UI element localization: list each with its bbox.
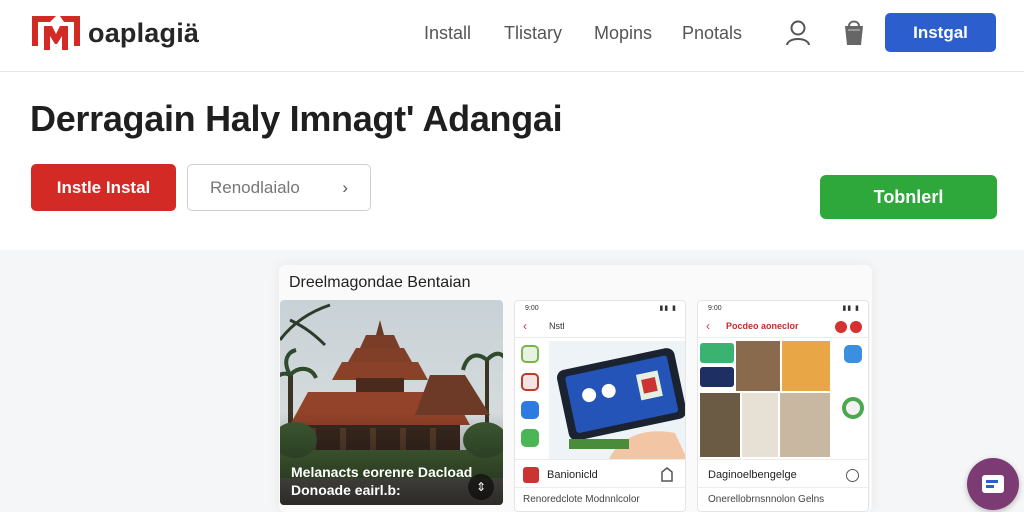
status-time: 9:00 — [525, 305, 539, 312]
app-icon-blue[interactable] — [844, 345, 862, 363]
divider — [515, 487, 685, 488]
app-icon-red[interactable] — [521, 373, 539, 391]
secondary-button-label: Renodlaialo — [210, 178, 300, 197]
app-title: Nstl — [549, 321, 565, 331]
phone-card-2[interactable]: 9:00 ▮▮ ▮ ‹ Pocdeo aoneclor Daginoelbeng… — [697, 300, 869, 512]
photo-tile-2[interactable] — [782, 341, 830, 391]
back-arrow-icon[interactable]: ‹ — [523, 319, 527, 333]
status-time: 9:00 — [708, 305, 722, 312]
back-arrow-icon[interactable]: ‹ — [706, 319, 710, 333]
chat-icon — [982, 475, 1004, 493]
status-icons: ▮▮ ▮ — [659, 305, 677, 312]
close-icon[interactable] — [850, 321, 862, 333]
photo-tile-5[interactable] — [780, 393, 830, 457]
photo-tile-4[interactable] — [742, 393, 778, 457]
logo-icon[interactable] — [30, 12, 82, 52]
phone-card-1[interactable]: 9:00 ▮▮ ▮ ‹ Nstl Banionicld Renoredclote… — [514, 300, 686, 512]
app-icon-phone[interactable] — [521, 429, 539, 447]
install-button[interactable]: Instle Instal — [31, 164, 176, 211]
chevron-right-icon: › — [342, 178, 348, 197]
status-icons: ▮▮ ▮ — [842, 305, 860, 312]
navy-tile[interactable] — [700, 367, 734, 387]
app-icon-blue[interactable] — [521, 401, 539, 419]
nav-mopins[interactable]: Mopins — [594, 23, 652, 44]
header-cta-button[interactable]: Instgal — [885, 13, 996, 52]
divider — [515, 337, 685, 338]
green-action-button[interactable]: Tobnlerl — [820, 175, 997, 219]
brand-name[interactable]: oaplagiä — [88, 18, 199, 49]
radio-icon[interactable] — [846, 469, 859, 482]
chat-button[interactable] — [967, 458, 1019, 510]
shopping-bag-icon[interactable] — [840, 18, 868, 48]
footer-subtitle: Onerellobrnsnnolon Gelns — [708, 494, 825, 505]
tablet-illustration — [549, 341, 685, 459]
chrome-icon[interactable] — [842, 397, 864, 419]
green-tile[interactable] — [700, 343, 734, 363]
top-header: oaplagiä Install Tlistary Mopins Pnotals… — [0, 0, 1024, 72]
share-icon[interactable] — [659, 467, 675, 483]
photo-caption-subtitle: Donoade eairl.b: — [291, 482, 401, 498]
divider — [515, 459, 685, 460]
footer-subtitle: Renoredclote Modnnlcolor — [523, 494, 640, 505]
app-icon-green[interactable] — [521, 345, 539, 363]
divider — [698, 487, 868, 488]
photo-tile-3[interactable] — [700, 393, 740, 457]
footer-title: Daginoelbengelge — [708, 469, 797, 481]
page-title: Derragain Haly Imnagt' Adangai — [30, 98, 563, 139]
footer-title: Banionicld — [547, 469, 598, 481]
nav-tlistary[interactable]: Tlistary — [504, 23, 562, 44]
divider — [698, 337, 868, 338]
photo-caption-title: Melanacts eorenre Dacload — [291, 464, 473, 480]
app-title: Pocdeo aoneclor — [726, 321, 799, 331]
user-icon[interactable] — [784, 18, 812, 48]
record-icon[interactable] — [835, 321, 847, 333]
app-badge-icon — [523, 467, 539, 483]
nav-pnotals[interactable]: Pnotals — [682, 23, 742, 44]
secondary-button[interactable]: Renodlaialo › — [187, 164, 371, 211]
gallery-title: Dreelmagondae Bentaian — [289, 274, 471, 291]
divider — [698, 459, 868, 460]
expand-icon[interactable]: ⇕ — [468, 474, 494, 500]
nav-install[interactable]: Install — [424, 23, 471, 44]
photo-tile-1[interactable] — [736, 341, 780, 391]
